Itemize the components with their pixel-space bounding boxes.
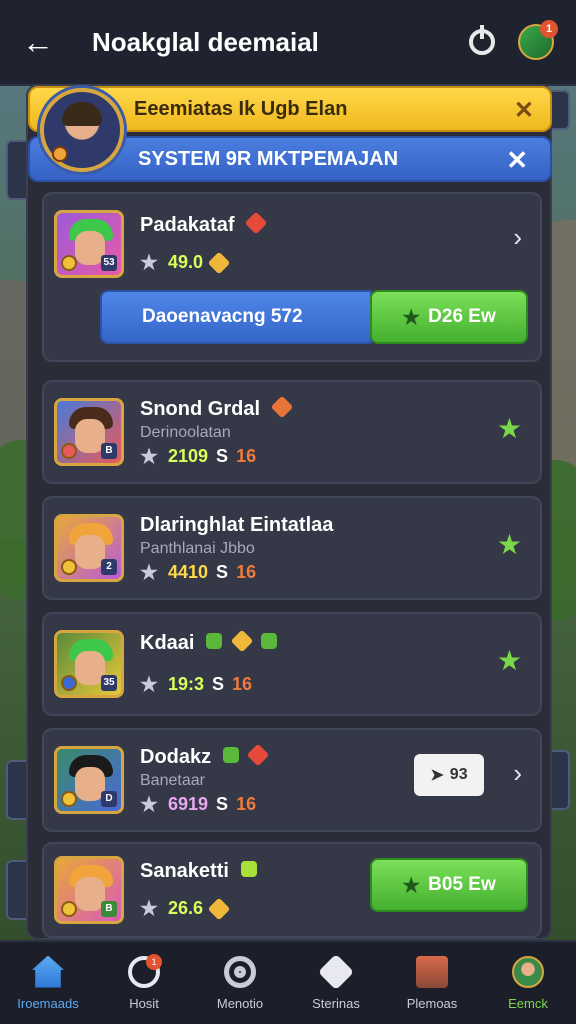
bottom-nav: Iroemaads 1 Hosit Menotio Sterinas Plemo…	[0, 940, 576, 1024]
star-icon: ★	[402, 306, 421, 329]
nav-item-hosit[interactable]: 1 Hosit	[96, 942, 192, 1024]
star-icon: ★	[402, 874, 421, 897]
card-name: Sanaketti	[140, 860, 257, 883]
crate-icon	[230, 629, 253, 653]
list-item[interactable]: 2 Dlaringhlat Eintatlaa Panthlanai Jbbo …	[42, 496, 542, 600]
hero-portrait: B	[54, 398, 124, 466]
card-name: Kdaai	[140, 629, 278, 655]
system-banner-text: SYSTEM 9R MKTPEMAJAN	[138, 147, 399, 170]
nav-item-profile[interactable]: Eemck	[480, 942, 576, 1024]
power-button[interactable]	[462, 22, 502, 62]
avatar: 1	[518, 20, 558, 60]
send-chip[interactable]: ➤ 93	[414, 754, 484, 796]
hero-portrait: D	[54, 746, 124, 814]
coin-icon	[61, 255, 77, 271]
stat-row: ★ 6919 S 16	[140, 793, 257, 816]
ring-icon	[224, 955, 256, 988]
list-item[interactable]: B Sanaketti ★ 26.6 ★ B05 Ew	[42, 842, 542, 938]
claim-button[interactable]: ★ B05 Ew	[370, 858, 528, 912]
emerald-icon	[261, 633, 278, 649]
nav-item-sterinas[interactable]: Sterinas	[288, 942, 384, 1024]
hero-avatar[interactable]	[40, 88, 124, 172]
nav-item-plemoas[interactable]: Plemoas	[384, 942, 480, 1024]
claim-button[interactable]: ★ D26 Ew	[370, 290, 528, 344]
gold-gem-icon	[207, 897, 231, 920]
ruby-icon	[270, 395, 293, 419]
page-title: Noakglal deemaial	[92, 26, 319, 57]
stat-row: ★ 4410 S 16	[140, 561, 257, 584]
nav-item-home[interactable]: Iroemaads	[0, 942, 96, 1024]
card-name: Dlaringhlat Eintatlaa	[140, 514, 334, 536]
hero-portrait: 2	[54, 514, 124, 582]
close-icon[interactable]: ✕	[514, 96, 534, 125]
card-subtitle: Derinoolatan	[140, 424, 231, 441]
shop-icon	[416, 955, 448, 988]
stat-row: ★ 26.6	[140, 897, 231, 920]
favorite-star-icon[interactable]: ★	[497, 412, 522, 445]
home-icon	[32, 955, 64, 988]
card-subtitle: Panthlanai Jbbo	[140, 540, 255, 557]
power-icon	[469, 25, 495, 55]
list-item[interactable]: 53 Padakataf ★ 49.0 › Daoenavacng 572 ★ …	[42, 192, 542, 362]
star-icon: ★	[140, 793, 158, 816]
hero-portrait: 53	[54, 210, 124, 278]
favorite-star-icon[interactable]: ★	[497, 528, 522, 561]
list-item[interactable]: B Snond Grdal Derinoolatan ★ 2109 S 16 ★	[42, 380, 542, 484]
primary-banner-text: Eeemiatas Ik Ugb Elan	[134, 97, 348, 120]
progress-label: Daoenavacng 572	[142, 306, 303, 327]
gold-gem-icon	[207, 251, 231, 274]
star-icon: ★	[140, 445, 158, 468]
hero-portrait: B	[54, 856, 124, 924]
stat-row: ★ 2109 S 16	[140, 445, 257, 468]
star-icon: ★	[140, 673, 158, 696]
star-icon: ★	[140, 251, 158, 274]
profile-icon	[512, 955, 544, 988]
ruby-icon	[246, 743, 270, 767]
nav-item-menotio[interactable]: Menotio	[192, 942, 288, 1024]
top-bar: ← Noakglal deemaial 1	[0, 0, 576, 86]
star-icon: ★	[140, 897, 158, 920]
send-icon: ➤	[430, 767, 444, 784]
stat-row: ★ 19:3 S 16	[140, 673, 253, 696]
chevron-right-icon[interactable]: ›	[513, 758, 522, 789]
emerald-icon	[222, 747, 239, 763]
avatar-badge: 1	[540, 20, 558, 38]
card-name: Padakataf	[140, 211, 268, 237]
target-icon: 1	[128, 953, 162, 988]
star-icon: ★	[140, 561, 158, 584]
hero-portrait: 35	[54, 630, 124, 698]
heart-icon	[317, 953, 355, 990]
back-button[interactable]: ←	[20, 24, 56, 60]
stat-row: ★ 49.0	[140, 251, 231, 274]
chevron-right-icon[interactable]: ›	[513, 222, 522, 253]
ruby-icon	[244, 211, 268, 235]
card-subtitle: Banetaar	[140, 772, 205, 789]
close-icon[interactable]: ✕	[506, 145, 528, 176]
list-item[interactable]: 35 Kdaai ★ 19:3 S 16 ★	[42, 612, 542, 716]
emerald-icon	[206, 633, 223, 649]
list-item[interactable]: D Dodakz Banetaar ★ 6919 S 16 ➤ 93 ›	[42, 728, 542, 832]
profile-avatar-button[interactable]: 1	[516, 20, 558, 62]
favorite-star-icon[interactable]: ★	[497, 644, 522, 677]
card-name: Dodakz	[140, 743, 270, 769]
emerald-icon	[240, 861, 257, 877]
card-name: Snond Grdal	[140, 395, 293, 421]
arrow-left-icon: ←	[22, 23, 54, 60]
progress-bar: Daoenavacng 572	[100, 290, 372, 344]
hero-badge-icon	[52, 146, 68, 162]
